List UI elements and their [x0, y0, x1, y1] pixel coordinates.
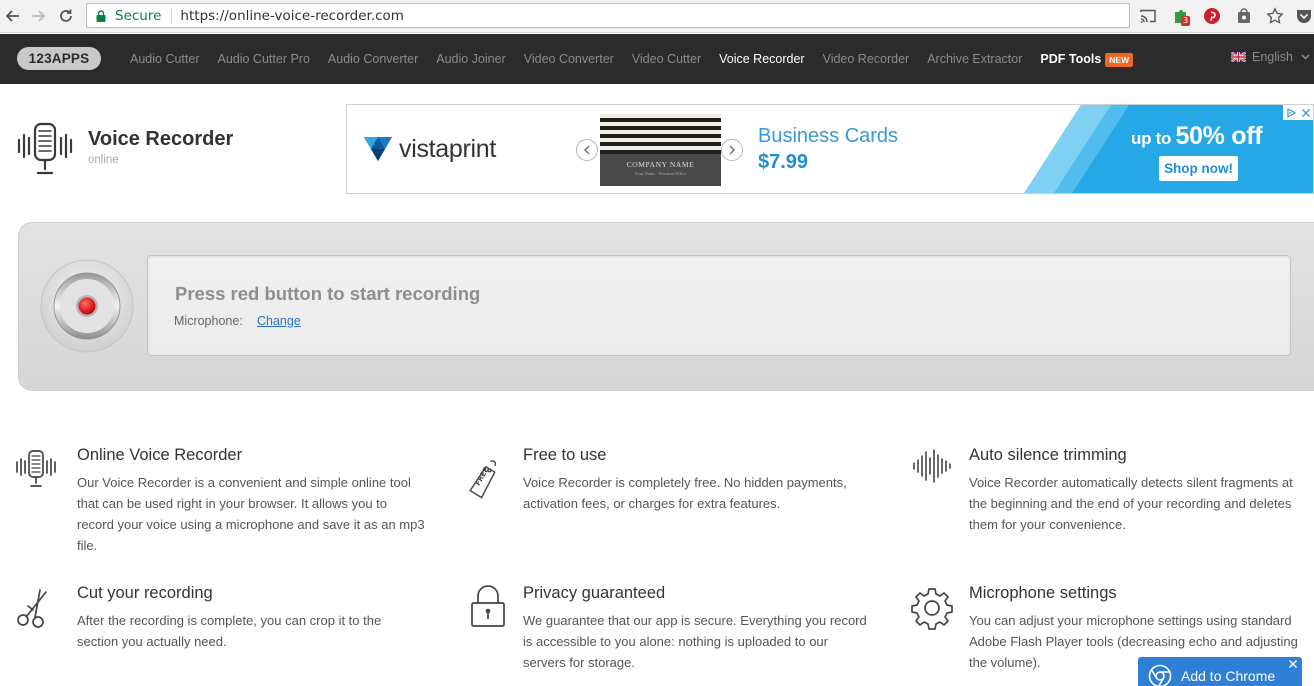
pocket-button[interactable] — [1293, 5, 1314, 27]
feature-desc-free-to-use: Voice Recorder is completely free. No hi… — [523, 475, 847, 511]
123apps-logo[interactable]: 123APPS — [17, 47, 101, 70]
card-detail-line: Your Name · Position Office — [634, 171, 687, 176]
chevron-right-icon — [729, 145, 736, 155]
add-to-chrome-label: Add to Chrome — [1181, 668, 1276, 684]
recorder-status-display — [147, 255, 1291, 356]
page-subtitle: online — [88, 154, 119, 166]
change-microphone-link[interactable]: Change — [257, 314, 301, 328]
address-bar[interactable]: Secure https://online-voice-recorder.com — [86, 3, 1130, 28]
recorder-message: Press red button to start recording — [175, 283, 481, 304]
ad-price: $7.99 — [758, 151, 809, 173]
close-icon[interactable] — [1288, 659, 1298, 669]
chevron-left-icon — [583, 145, 590, 155]
feature-title-auto-silence-trimming: Auto silence trimming — [969, 446, 1127, 464]
vistaprint-brand: vistaprint — [399, 135, 497, 163]
feature-title-online-voice-recorder: Online Voice Recorder — [77, 446, 243, 464]
browser-toolbar: Secure https://online-voice-recorder.com… — [0, 0, 1314, 33]
arrow-right-icon — [32, 10, 46, 22]
close-icon — [1301, 108, 1310, 117]
bag-icon — [1238, 8, 1250, 23]
card-company-name: COMPANY NAME — [626, 160, 695, 169]
feature-desc-cut-your-recording: After the recording is complete, you can… — [77, 613, 382, 649]
ad-info-button[interactable] — [1283, 105, 1298, 120]
padlock-icon — [471, 585, 505, 627]
nav-audio-joiner[interactable]: Audio Joiner — [427, 52, 515, 66]
new-badge: NEW — [1105, 52, 1134, 67]
gear-icon — [911, 588, 953, 630]
forward-button[interactable] — [27, 5, 49, 27]
card-stripes — [600, 114, 721, 154]
chrome-icon — [1148, 664, 1172, 686]
record-red-dot[interactable] — [78, 297, 96, 315]
reload-icon — [60, 9, 72, 22]
nav-video-recorder[interactable]: Video Recorder — [814, 52, 919, 66]
nav-audio-cutter-pro[interactable]: Audio Cutter Pro — [208, 52, 318, 66]
address-separator — [171, 7, 173, 24]
feature-title-cut-your-recording: Cut your recording — [77, 584, 213, 602]
business-card-image: COMPANY NAME Your Name · Position Office — [600, 114, 721, 186]
language-label: English — [1252, 50, 1293, 64]
secure-label: Secure — [115, 7, 162, 24]
ad-headline: Business Cards — [758, 125, 899, 147]
store-extension-button[interactable] — [1233, 5, 1255, 27]
ad-next-button[interactable] — [721, 139, 743, 161]
cast-button[interactable] — [1137, 5, 1159, 27]
shop-now-button[interactable]: Shop now! — [1159, 156, 1238, 181]
nav-voice-recorder[interactable]: Voice Recorder — [710, 52, 813, 66]
ad-prev-button[interactable] — [576, 139, 598, 161]
cast-icon — [1140, 9, 1156, 23]
page-title: Voice Recorder — [88, 128, 234, 150]
nav-audio-cutter[interactable]: Audio Cutter — [121, 52, 208, 66]
microphone-label: Microphone: — [174, 314, 243, 328]
lock-icon — [96, 9, 106, 22]
promo-small-text: up to — [1131, 129, 1176, 148]
extension-badge: 3 — [1181, 16, 1191, 26]
ad-choices[interactable] — [1283, 105, 1313, 120]
pinterest-icon — [1204, 8, 1220, 24]
nav-video-cutter[interactable]: Video Cutter — [623, 52, 710, 66]
microphone-icon — [16, 450, 56, 487]
site-navigation: 123APPS Audio Cutter Audio Cutter Pro Au… — [0, 34, 1314, 84]
add-to-chrome-button[interactable]: Add to Chrome — [1138, 657, 1302, 686]
arrow-left-icon — [5, 10, 19, 22]
feature-title-privacy-guaranteed: Privacy guaranteed — [523, 584, 666, 602]
feature-desc-auto-silence-trimming: Voice Recorder automatically detects sil… — [969, 475, 1293, 532]
feature-desc-online-voice-recorder: Our Voice Recorder is a convenient and s… — [77, 475, 425, 553]
nav-archive-extractor[interactable]: Archive Extractor — [918, 52, 1031, 66]
vistaprint-ad-banner[interactable]: vistaprint COMPANY NAME Your Name · Posi… — [346, 104, 1314, 194]
record-button[interactable] — [40, 259, 134, 353]
pinterest-button[interactable] — [1201, 5, 1223, 27]
bookmark-star-button[interactable] — [1264, 5, 1286, 27]
extension-button[interactable]: 3 — [1170, 5, 1192, 27]
feature-title-microphone-settings: Microphone settings — [969, 584, 1117, 602]
free-tag-icon: FREE — [469, 460, 497, 499]
reload-button[interactable] — [55, 5, 77, 27]
pocket-icon — [1297, 10, 1311, 23]
vistaprint-logo-icon — [364, 137, 392, 161]
waveform-icon — [913, 449, 951, 483]
nav-audio-converter[interactable]: Audio Converter — [319, 52, 427, 66]
microphone-logo-icon — [17, 122, 73, 175]
nav-pdf-tools[interactable]: PDF Tools NEW — [1031, 52, 1142, 67]
nav-pdf-tools-label: PDF Tools — [1040, 52, 1102, 66]
nav-video-converter[interactable]: Video Converter — [515, 52, 623, 66]
nav-links: Audio Cutter Audio Cutter Pro Audio Conv… — [121, 34, 1142, 84]
promo-big-text: 50% off — [1175, 122, 1263, 150]
back-button[interactable] — [2, 5, 24, 27]
ad-choices-icon — [1286, 107, 1296, 118]
feature-desc-privacy-guaranteed: We guarantee that our app is secure. Eve… — [523, 613, 867, 670]
ad-close-button[interactable] — [1298, 105, 1313, 120]
url-text[interactable]: https://online-voice-recorder.com — [180, 8, 404, 24]
star-icon — [1266, 7, 1284, 24]
scissors-icon — [17, 589, 47, 628]
language-selector[interactable]: English — [1231, 50, 1314, 64]
promo-discount-text: up to 50% off — [1131, 122, 1263, 151]
chevron-down-icon — [1301, 54, 1310, 60]
feature-title-free-to-use: Free to use — [523, 446, 607, 464]
uk-flag-icon — [1231, 52, 1246, 62]
